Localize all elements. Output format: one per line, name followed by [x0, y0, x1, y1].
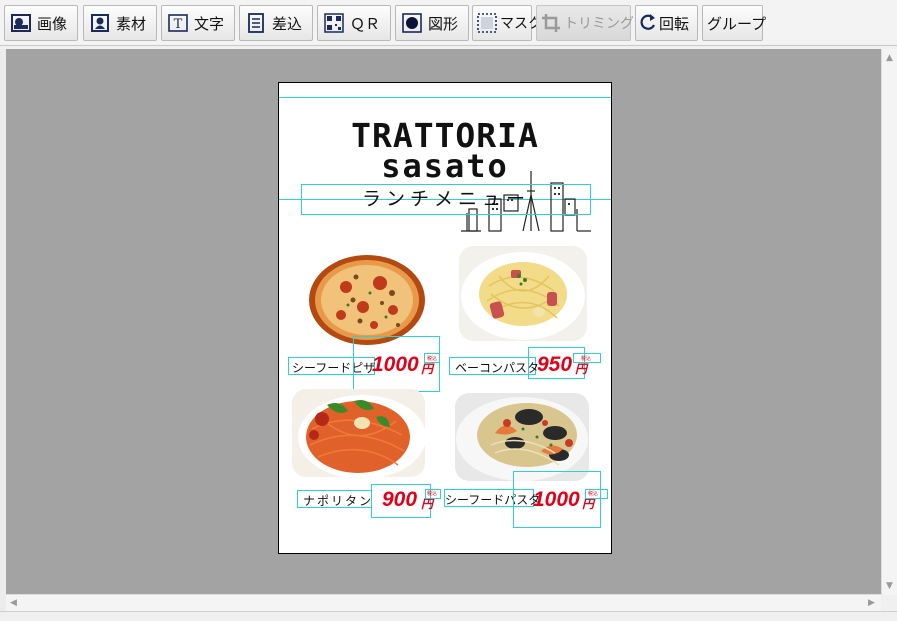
napolitan-photo[interactable] [292, 389, 425, 477]
price-bacon-pasta[interactable]: 950 [537, 353, 572, 377]
vertical-scrollbar[interactable]: ▲ ▼ [881, 49, 897, 595]
rotate-button-label: 回転 [659, 14, 690, 33]
rotate-button[interactable]: 回転 [635, 5, 698, 41]
shape-button-label: 図形 [428, 14, 459, 33]
insert-button[interactable]: 差込 [239, 5, 313, 41]
insert-icon [245, 12, 267, 34]
seafood-pasta-photo[interactable] [455, 393, 589, 481]
group-button-label: グループ [707, 14, 767, 33]
selection-frame [424, 353, 440, 363]
image-button-label: 画像 [37, 14, 68, 33]
qr-icon [323, 12, 345, 34]
qr-button[interactable]: ＱＲ [317, 5, 391, 41]
insert-button-label: 差込 [272, 14, 303, 33]
dish-name-bacon-pasta[interactable]: ベーコンパスタ [455, 359, 539, 376]
image-icon [10, 12, 32, 34]
crop-icon [540, 12, 562, 34]
svg-text:T: T [174, 17, 183, 32]
qr-button-label: ＱＲ [350, 14, 381, 33]
selection-frame [301, 184, 591, 215]
selection-frame [425, 489, 441, 499]
group-button[interactable]: グループ [702, 5, 767, 41]
material-button[interactable]: 素材 [83, 5, 157, 41]
text-button-label: 文字 [194, 14, 225, 33]
bacon-pasta-photo[interactable] [459, 246, 587, 341]
shape-icon [401, 12, 423, 34]
scroll-left-icon[interactable]: ◀ [10, 599, 17, 608]
rotate-icon [639, 12, 657, 34]
scroll-up-icon[interactable]: ▲ [886, 54, 893, 63]
dish-name-napolitan[interactable]: ナポリタン [303, 492, 373, 509]
seafood-pizza-photo[interactable] [308, 255, 426, 345]
shape-button[interactable]: 図形 [395, 5, 469, 41]
guide-line [279, 97, 611, 98]
horizontal-scrollbar[interactable]: ◀ ▶ [6, 594, 881, 612]
price-seafood-pasta[interactable]: 1000 [533, 488, 580, 512]
scroll-down-icon[interactable]: ▼ [886, 582, 893, 591]
crop-button-label: トリミング [564, 16, 634, 32]
mask-button[interactable]: マスク [472, 5, 542, 41]
text-icon: T [167, 12, 189, 34]
crop-button[interactable]: トリミング [536, 5, 634, 41]
material-icon [89, 12, 111, 34]
mask-icon [476, 12, 498, 34]
price-napolitan[interactable]: 900 [382, 488, 417, 512]
text-button[interactable]: T 文字 [161, 5, 235, 41]
selection-frame [585, 489, 608, 499]
price-seafood-pizza[interactable]: 1000 [372, 353, 419, 377]
scroll-right-icon[interactable]: ▶ [868, 599, 875, 608]
material-button-label: 素材 [116, 14, 147, 33]
toolbar: 画像 素材 T 文字 差込 ＱＲ 図形 マスク トリミング 回転 グループ [0, 0, 897, 46]
image-button[interactable]: 画像 [4, 5, 78, 41]
document-page[interactable]: TRATTORIA sasato ランチメニュー シーフードピザ 1000 円 … [278, 82, 612, 554]
selection-frame [573, 353, 601, 363]
